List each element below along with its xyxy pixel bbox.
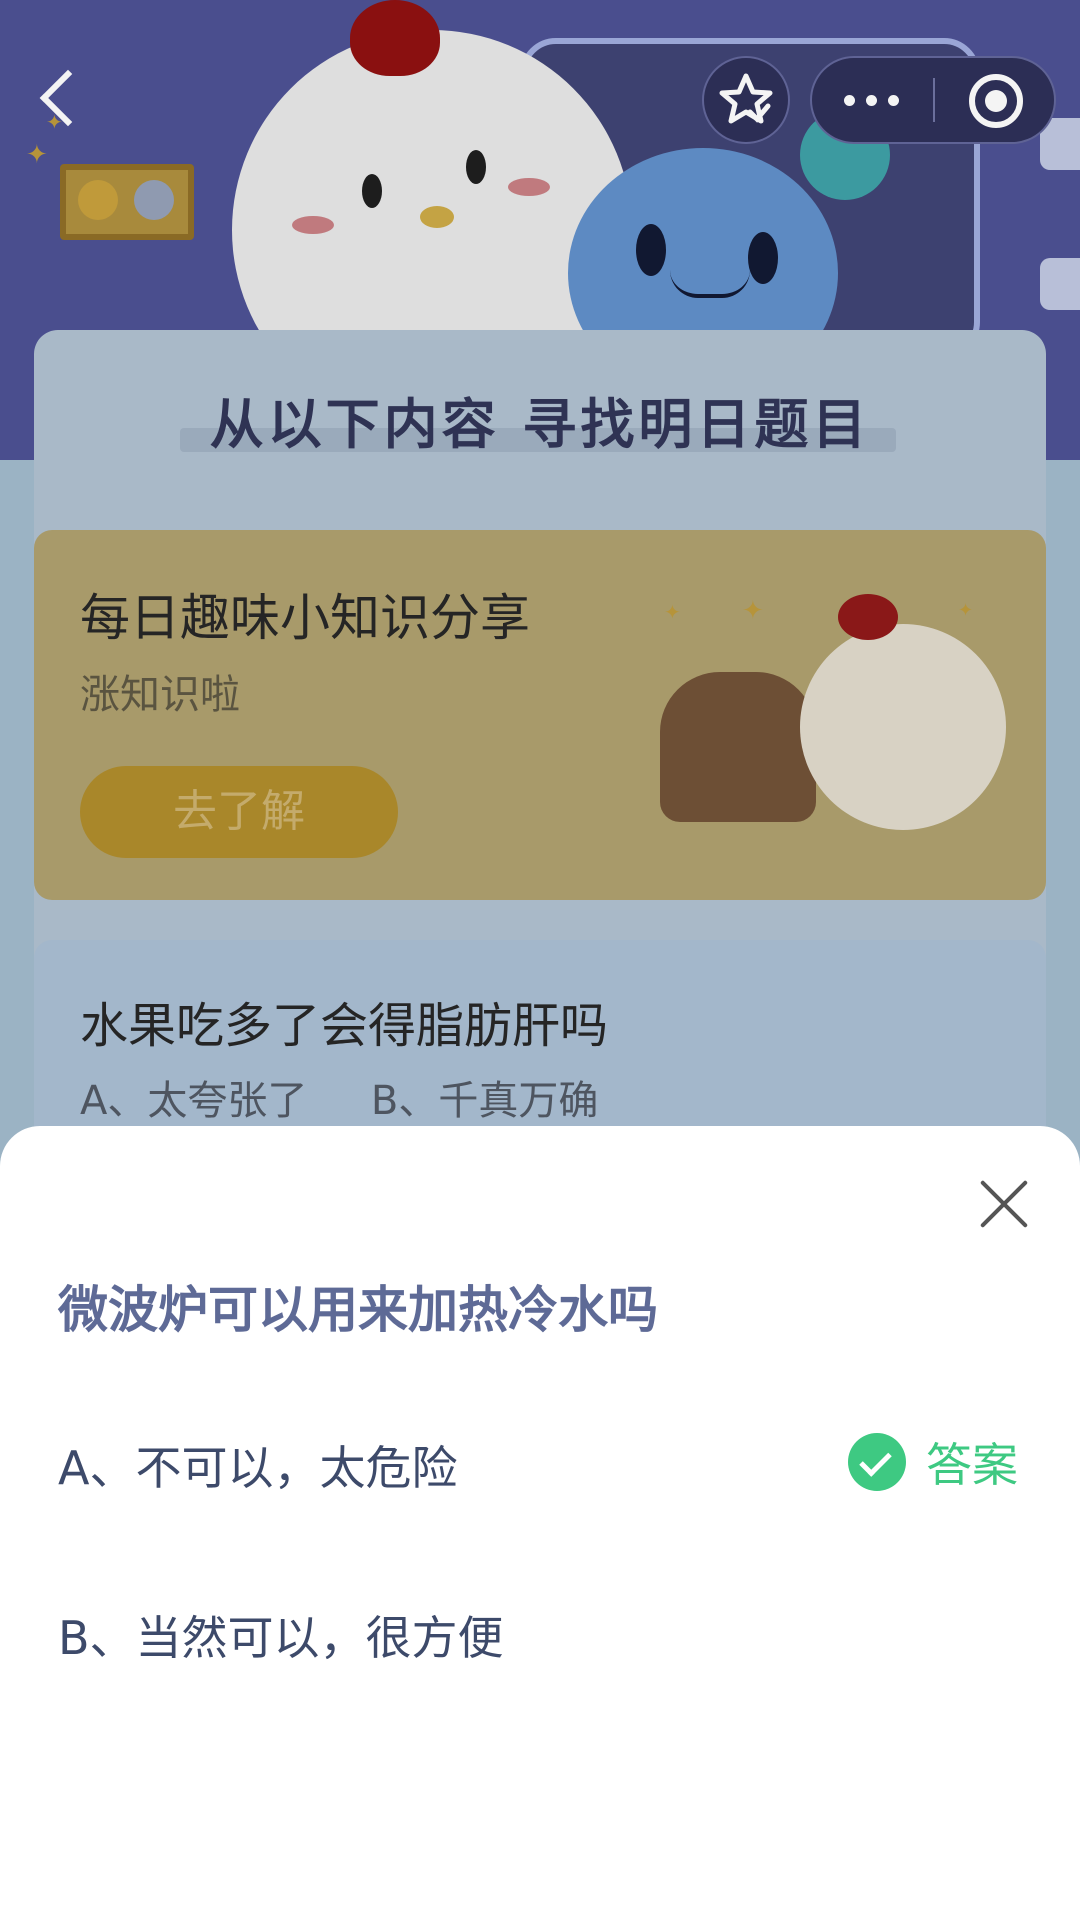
favorite-button[interactable] xyxy=(702,56,790,144)
back-button[interactable] xyxy=(30,62,90,136)
preview-question-title: 水果吃多了会得脂肪肝吗 xyxy=(80,998,609,1054)
close-miniprogram-button[interactable] xyxy=(935,58,1056,142)
ellipsis-icon xyxy=(888,95,899,106)
sparkle-icon: ✦ xyxy=(26,140,48,170)
sparkle-icon: ✦ xyxy=(742,596,764,626)
sparkle-icon: ✦ xyxy=(664,600,681,624)
learn-more-button[interactable]: 去了解 xyxy=(80,766,398,858)
chicken-cheek xyxy=(508,178,550,196)
side-decoration xyxy=(1040,258,1080,310)
capsule-menu xyxy=(810,56,1056,144)
promo-subtitle: 涨知识啦 xyxy=(80,672,240,718)
chick-illustration xyxy=(800,624,1006,830)
chicken-comb xyxy=(350,0,440,76)
option-a[interactable]: A、不可以，太危险 xyxy=(58,1432,457,1498)
chicken-beak xyxy=(420,206,454,228)
correct-answer-badge: 答案 xyxy=(848,1432,1018,1492)
answer-sheet xyxy=(0,1126,1080,1920)
answer-tag: 答案 xyxy=(926,1438,1018,1492)
sparkle-icon: ✦ xyxy=(958,600,974,621)
chicken-eye xyxy=(362,174,382,208)
silver-medal-icon xyxy=(134,180,174,220)
star-check-icon xyxy=(719,73,773,124)
promo-title: 每日趣味小知识分享 xyxy=(80,589,530,647)
option-b[interactable]: B、当然可以，很方便 xyxy=(58,1602,504,1668)
sheet-question: 微波炉可以用来加热冷水吗 xyxy=(58,1281,658,1339)
gold-medal-icon xyxy=(78,180,118,220)
section-title: 从以下内容 寻找明日题目 xyxy=(209,393,871,456)
more-button[interactable] xyxy=(812,58,933,142)
alien-eye xyxy=(748,232,778,284)
ellipsis-icon xyxy=(844,95,855,106)
ellipsis-icon xyxy=(866,95,877,106)
chicken-cheek xyxy=(292,216,334,234)
chick-comb xyxy=(838,594,898,640)
cat-illustration xyxy=(660,672,816,822)
chicken-eye xyxy=(466,150,486,184)
close-x-icon[interactable] xyxy=(978,1178,1030,1230)
preview-question-options: A、太夸张了 B、千真万确 xyxy=(80,1078,599,1124)
alien-eye xyxy=(636,224,666,276)
check-circle-icon xyxy=(848,1433,906,1491)
